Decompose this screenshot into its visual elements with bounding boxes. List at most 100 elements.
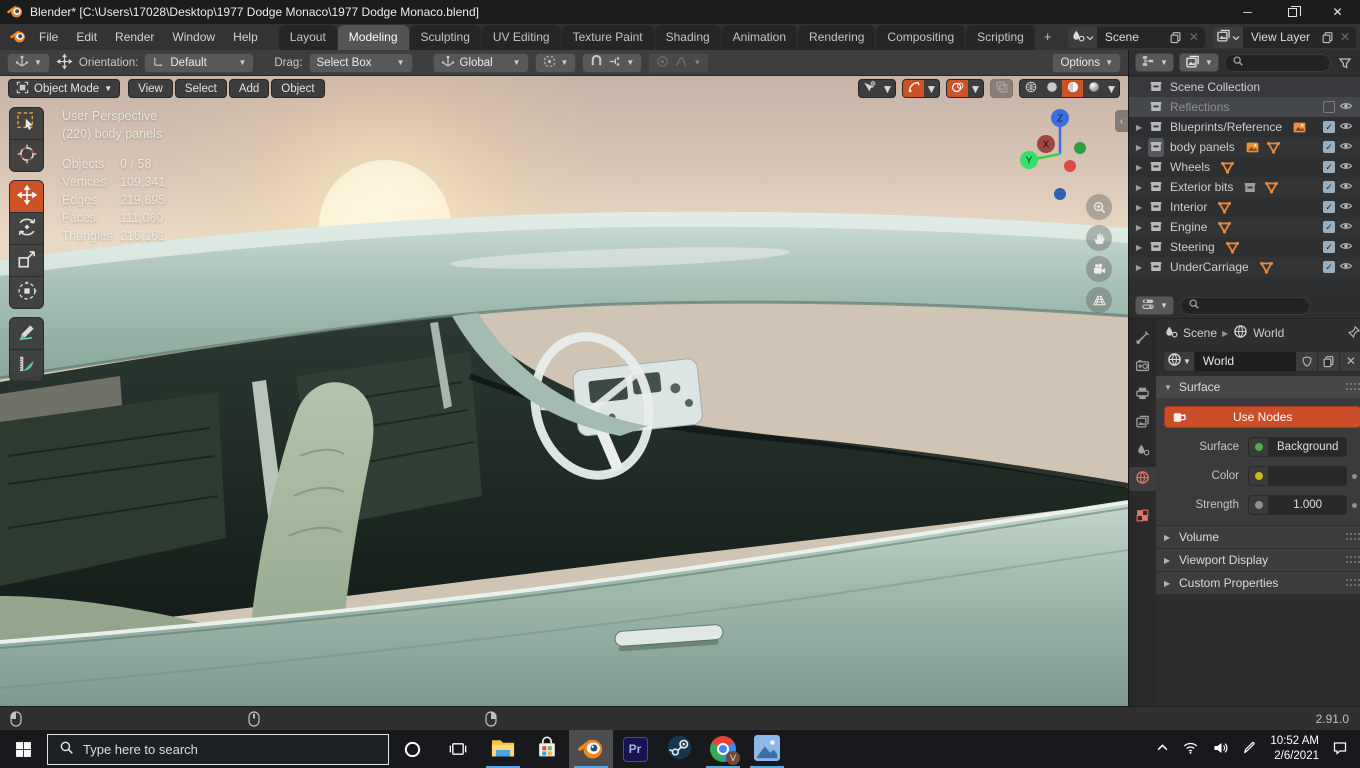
- taskbar-app-microsoft-store[interactable]: [525, 730, 569, 768]
- keyframe-decorator-icon[interactable]: [1347, 502, 1360, 508]
- selectability-checkbox[interactable]: ✓: [1323, 181, 1335, 193]
- viewport-menu-object[interactable]: Object: [271, 79, 325, 98]
- outliner-filter-dropdown[interactable]: ▼: [1178, 53, 1219, 72]
- new-view-layer-button[interactable]: [1318, 28, 1336, 46]
- viewport-menu-select[interactable]: Select: [174, 79, 227, 98]
- menu-edit[interactable]: Edit: [67, 30, 106, 50]
- outliner-row-scene-collection[interactable]: Scene Collection: [1129, 77, 1360, 97]
- expand-arrow-icon[interactable]: ▶: [1134, 123, 1144, 132]
- restore-button[interactable]: [1270, 0, 1315, 24]
- mode-selector[interactable]: Object Mode ▼: [8, 79, 121, 98]
- properties-tab-output[interactable]: [1129, 383, 1156, 407]
- volume-icon[interactable]: [1212, 740, 1229, 759]
- properties-tab-view-layer[interactable]: [1129, 411, 1156, 435]
- taskbar-app-file-explorer[interactable]: [481, 730, 525, 768]
- fake-user-button[interactable]: [1296, 350, 1319, 372]
- object-visibility-dropdown[interactable]: ▼: [858, 79, 896, 98]
- expand-arrow-icon[interactable]: ▶: [1134, 203, 1144, 212]
- menu-window[interactable]: Window: [163, 30, 224, 50]
- expand-arrow-icon[interactable]: ▶: [1134, 243, 1144, 252]
- show-gizmo-toggle[interactable]: ▼: [902, 79, 940, 98]
- task-view-button[interactable]: [435, 730, 481, 768]
- color-field[interactable]: [1248, 466, 1348, 486]
- navigation-gizmo[interactable]: Z X Y: [1018, 104, 1102, 207]
- shading-solid-button[interactable]: [1041, 80, 1062, 97]
- properties-tab-tool[interactable]: [1129, 327, 1156, 351]
- tab-animation[interactable]: Animation: [721, 25, 798, 50]
- outliner-filter-button[interactable]: [1336, 54, 1354, 72]
- start-button[interactable]: [0, 730, 47, 768]
- sidebar-collapse-arrow[interactable]: ‹: [1115, 110, 1128, 132]
- drag-dots-icon[interactable]: [1345, 380, 1360, 394]
- outliner-row-body-panels[interactable]: ▶ body panels ✓: [1129, 137, 1360, 157]
- tab-sculpting[interactable]: Sculpting: [409, 25, 481, 50]
- selectability-checkbox[interactable]: ✓: [1323, 201, 1335, 213]
- selectability-checkbox[interactable]: ✓: [1323, 161, 1335, 173]
- outliner-row-steering[interactable]: ▶ Steering ✓: [1129, 237, 1360, 257]
- shading-wireframe-button[interactable]: [1020, 80, 1041, 97]
- selectability-checkbox[interactable]: ✓: [1323, 121, 1335, 133]
- viewport-canvas[interactable]: [0, 76, 1128, 706]
- drag-dots-icon[interactable]: [1345, 576, 1360, 590]
- view-layer-selector[interactable]: View Layer ✕: [1212, 26, 1356, 48]
- eye-icon[interactable]: [1339, 219, 1353, 236]
- remove-view-layer-button[interactable]: ✕: [1336, 28, 1354, 46]
- taskbar-search[interactable]: [47, 733, 389, 765]
- taskbar-app-steam[interactable]: [657, 730, 701, 768]
- active-tool-dropdown[interactable]: ▼: [7, 52, 50, 73]
- search-input[interactable]: [83, 741, 377, 757]
- menu-file[interactable]: File: [30, 30, 67, 50]
- select-box-tool[interactable]: [9, 107, 44, 140]
- eye-icon[interactable]: [1339, 139, 1353, 156]
- rotate-tool[interactable]: [9, 212, 44, 245]
- use-nodes-button[interactable]: Use Nodes: [1164, 406, 1360, 428]
- panel-header-custom-properties[interactable]: ▶ Custom Properties: [1156, 572, 1360, 594]
- tab-compositing[interactable]: Compositing: [876, 25, 966, 50]
- properties-search-input[interactable]: [1179, 296, 1310, 315]
- scene-selector[interactable]: Scene ✕: [1067, 26, 1205, 48]
- outliner-row-blueprints-reference[interactable]: ▶ Blueprints/Reference ✓: [1129, 117, 1360, 137]
- surface-panel-header[interactable]: ▼ Surface: [1156, 376, 1360, 398]
- expand-arrow-icon[interactable]: ▶: [1134, 263, 1144, 272]
- eye-icon[interactable]: [1339, 99, 1353, 116]
- tab-scripting[interactable]: Scripting: [966, 25, 1035, 50]
- pivot-point-dropdown[interactable]: ▼: [534, 52, 577, 73]
- taskbar-app-blender[interactable]: [569, 730, 613, 768]
- measure-tool[interactable]: [9, 349, 44, 382]
- taskbar-app-chrome[interactable]: V: [701, 730, 745, 768]
- close-button[interactable]: ✕: [1315, 0, 1360, 24]
- panel-header-volume[interactable]: ▶ Volume: [1156, 526, 1360, 548]
- blender-menu-logo-icon[interactable]: [10, 29, 26, 46]
- breadcrumb-scene[interactable]: Scene: [1183, 326, 1217, 340]
- keyframe-decorator-icon[interactable]: [1347, 473, 1360, 479]
- drag-dots-icon[interactable]: [1345, 553, 1360, 567]
- taskbar-app-photos[interactable]: [745, 730, 789, 768]
- selectability-checkbox[interactable]: [1323, 101, 1335, 113]
- shading-material-button[interactable]: [1062, 80, 1083, 97]
- shading-rendered-button[interactable]: [1083, 80, 1104, 97]
- properties-tab-render[interactable]: [1129, 355, 1156, 379]
- eye-icon[interactable]: [1339, 119, 1353, 136]
- surface-field[interactable]: Background: [1248, 437, 1348, 457]
- camera-view-button[interactable]: [1086, 256, 1112, 282]
- selectability-checkbox[interactable]: ✓: [1323, 241, 1335, 253]
- show-overlays-toggle[interactable]: ▼: [946, 79, 984, 98]
- expand-arrow-icon[interactable]: ▶: [1134, 143, 1144, 152]
- outliner-display-mode-dropdown[interactable]: ▼: [1135, 53, 1174, 72]
- transform-tool[interactable]: [9, 276, 44, 309]
- tray-chevron-icon[interactable]: [1156, 741, 1169, 757]
- annotate-tool[interactable]: [9, 317, 44, 350]
- perspective-toggle-button[interactable]: [1086, 287, 1112, 313]
- new-world-button[interactable]: [1318, 350, 1341, 372]
- eye-icon[interactable]: [1339, 239, 1353, 256]
- taskbar-clock[interactable]: 10:52 AM 2/6/2021: [1270, 734, 1319, 764]
- orientation-dropdown[interactable]: Default ▼: [144, 52, 255, 73]
- expand-arrow-icon[interactable]: ▶: [1134, 163, 1144, 172]
- selectability-checkbox[interactable]: ✓: [1323, 261, 1335, 273]
- properties-tab-texture[interactable]: [1129, 505, 1156, 529]
- cortana-button[interactable]: [389, 730, 435, 768]
- tab-shading[interactable]: Shading: [654, 25, 721, 50]
- drag-dots-icon[interactable]: [1345, 530, 1360, 544]
- menu-render[interactable]: Render: [106, 30, 163, 50]
- tab-uv-editing[interactable]: UV Editing: [481, 25, 561, 50]
